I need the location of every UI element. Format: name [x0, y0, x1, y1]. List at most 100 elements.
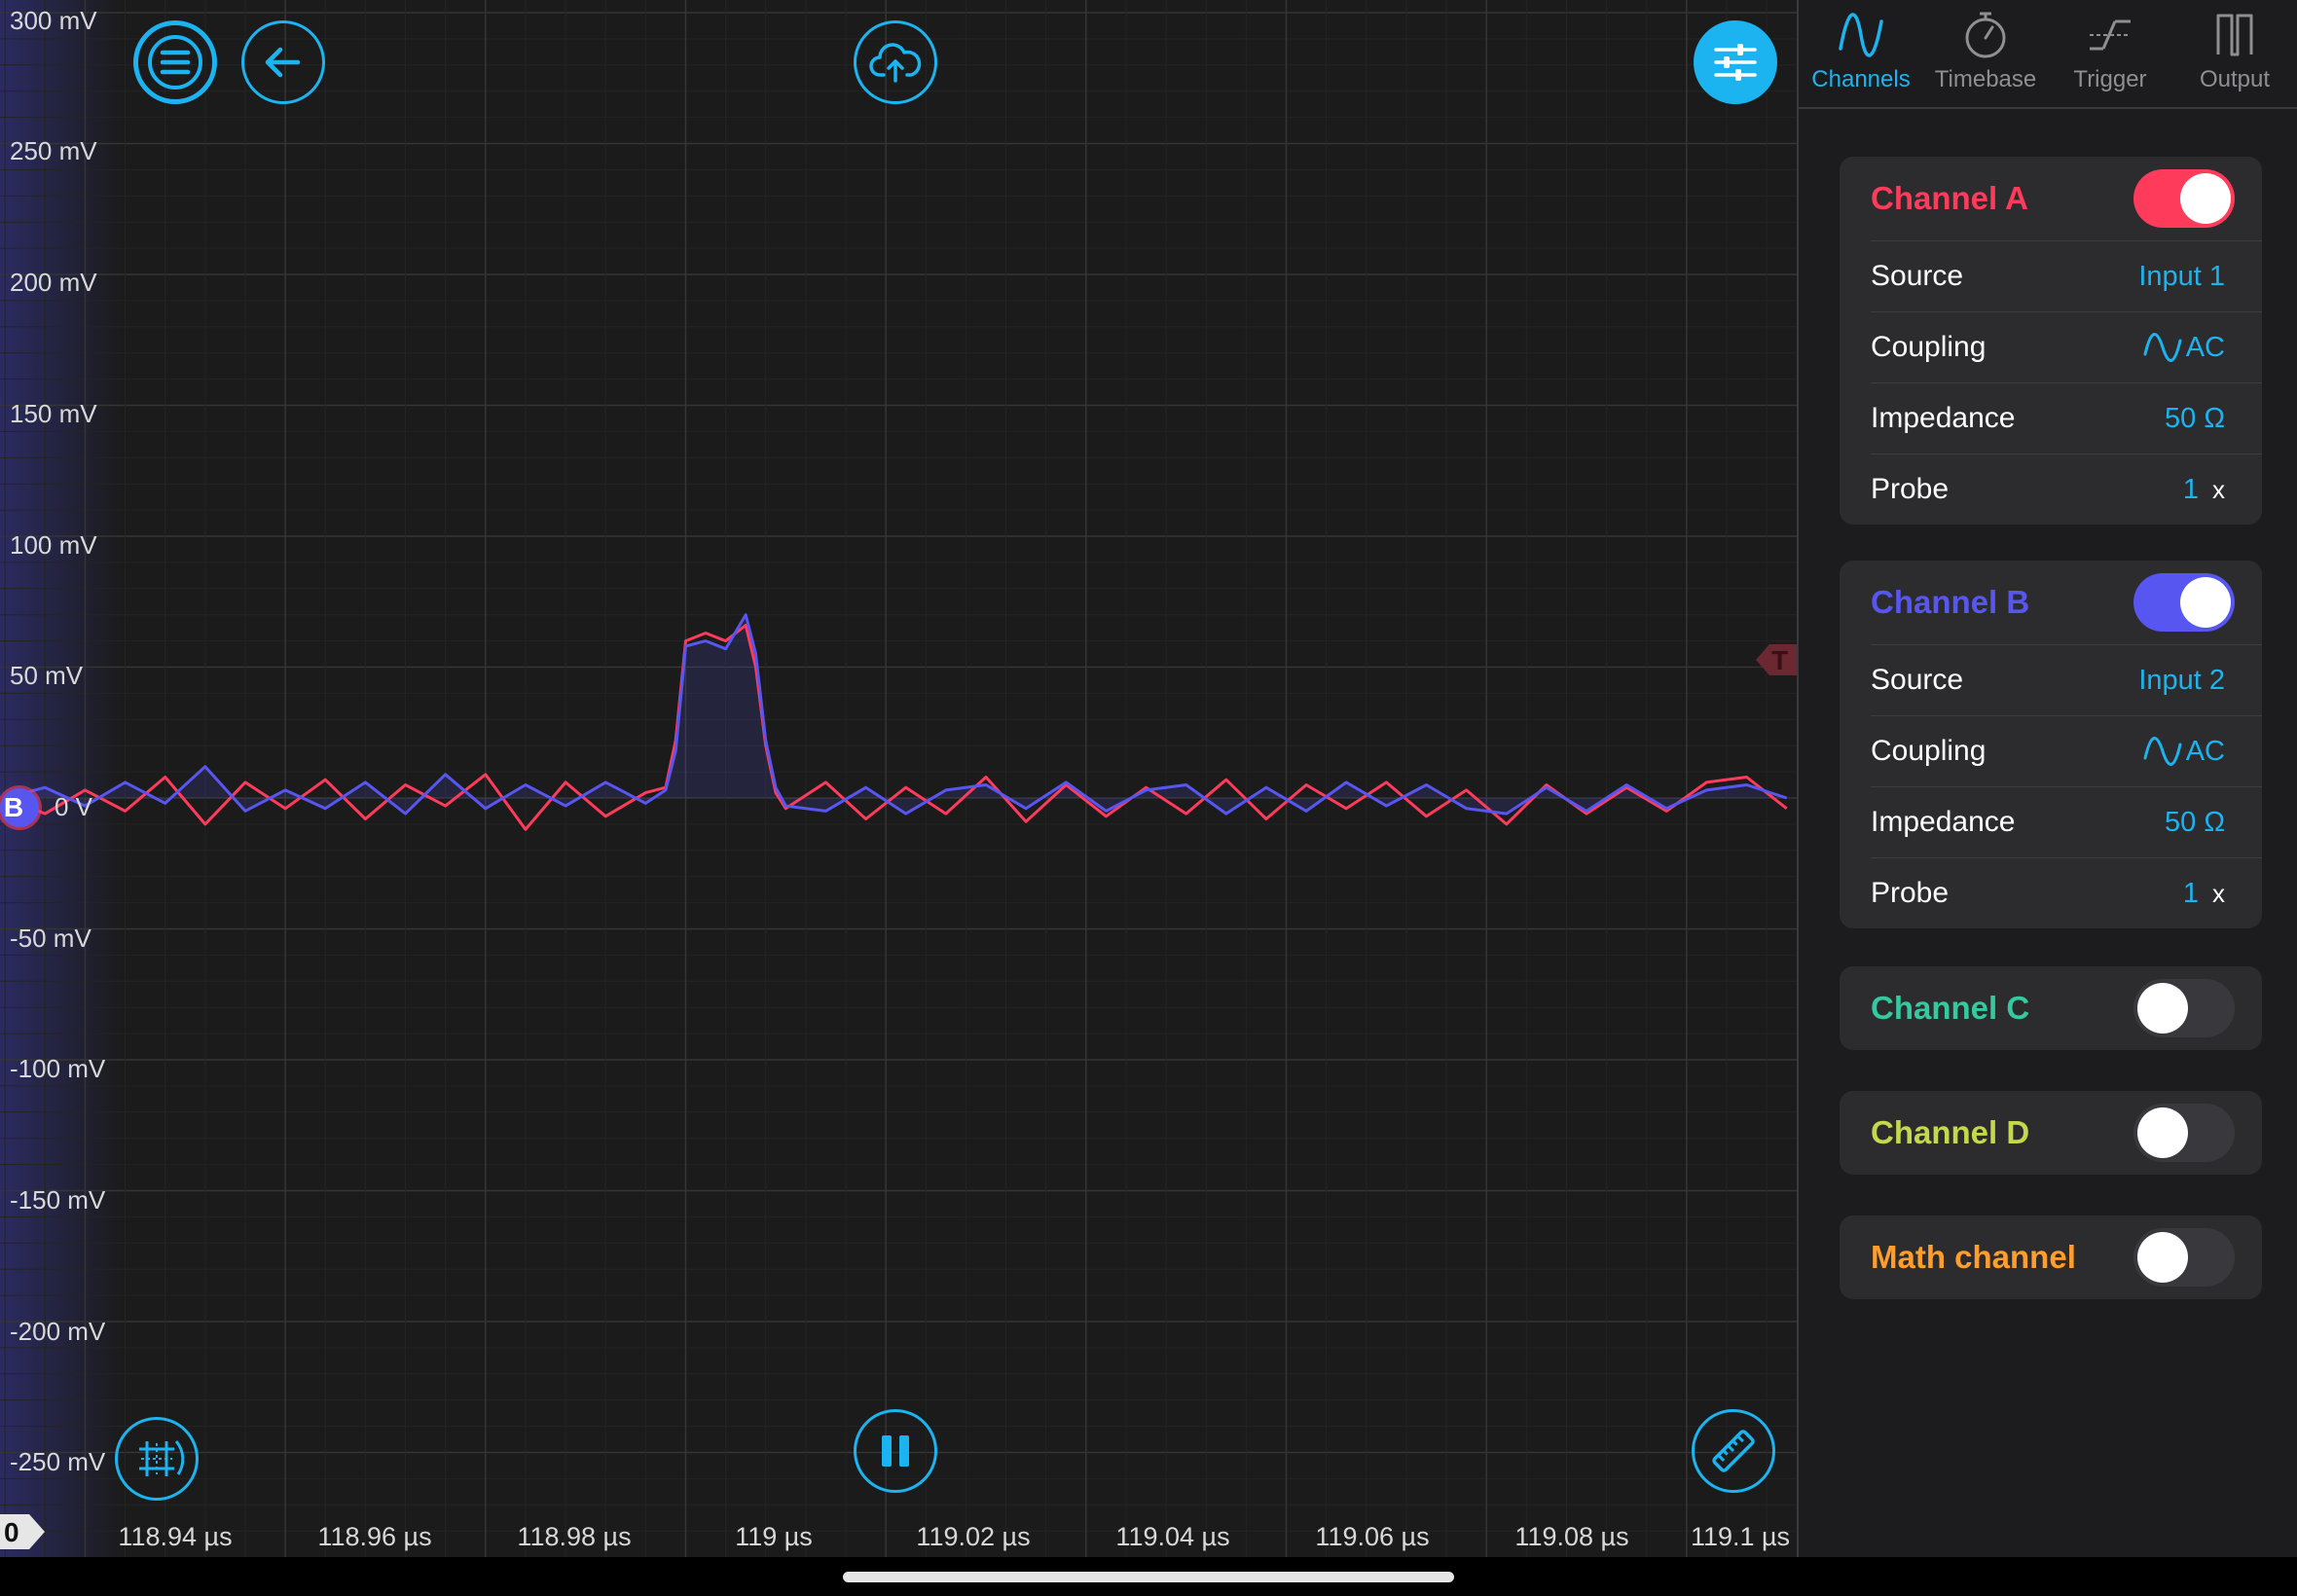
- channel-d-title: Channel D: [1871, 1114, 2030, 1150]
- cursor-grid-button[interactable]: [115, 1417, 199, 1501]
- y-tick-label: 200 mV: [10, 268, 97, 297]
- hamburger-icon: [148, 35, 202, 90]
- math-channel-card: Math channel: [1840, 1215, 2262, 1299]
- traces: [4, 613, 1788, 831]
- grid-lines: [0, 0, 1797, 1557]
- y-tick-label: -250 mV: [10, 1447, 106, 1476]
- settings-button[interactable]: [1694, 20, 1777, 104]
- x-tick-label: 119.08 µs: [1514, 1522, 1629, 1551]
- channel-b-impedance-row[interactable]: Impedance 50 Ω: [1871, 786, 2262, 857]
- sliders-icon: [1714, 44, 1757, 81]
- tab-bar: Channels Timebase Trigger Output: [1799, 0, 2297, 109]
- toggle-knob: [2180, 577, 2231, 628]
- trigger-edge-icon: [2090, 19, 2131, 51]
- probe-value: 1 x: [2183, 878, 2225, 910]
- tab-label: Timebase: [1934, 66, 2037, 92]
- channel-b-card: Channel B Source Input 2 Coupling AC Imp…: [1840, 561, 2262, 928]
- x-tick-label: 119.04 µs: [1115, 1522, 1230, 1551]
- channel-b-offset-marker[interactable]: B: [0, 788, 39, 827]
- channel-d-toggle[interactable]: [2133, 1104, 2235, 1162]
- sine-wave-icon: [1839, 13, 1883, 57]
- channel-b-toggle[interactable]: [2133, 573, 2235, 632]
- source-value: Input 2: [2138, 664, 2225, 696]
- scope-display[interactable]: 300 mV 250 mV 200 mV 150 mV 100 mV 50 mV…: [0, 0, 1797, 1557]
- coupling-label: Coupling: [1871, 735, 1987, 767]
- coupling-label: Coupling: [1871, 331, 1987, 363]
- channel-b-source-row[interactable]: Source Input 2: [1871, 644, 2262, 715]
- tab-label: Trigger: [2073, 66, 2147, 92]
- channel-c-card: Channel C: [1840, 966, 2262, 1050]
- y-tick-label: 150 mV: [10, 399, 97, 428]
- coupling-text: AC: [2185, 735, 2225, 767]
- upload-button[interactable]: [854, 20, 937, 104]
- coupling-value: AC: [2143, 736, 2225, 768]
- channel-b-marker-label: B: [3, 792, 24, 822]
- pause-button[interactable]: [854, 1409, 937, 1493]
- home-indicator-bar: [0, 1557, 2297, 1596]
- channel-b-probe-row[interactable]: Probe 1 x: [1871, 857, 2262, 928]
- channel-b-trace: [4, 613, 1788, 816]
- channel-a-card: Channel A Source Input 1 Coupling AC Imp…: [1840, 157, 2262, 525]
- math-channel-title: Math channel: [1871, 1239, 2076, 1275]
- channel-a-title: Channel A: [1871, 180, 2028, 216]
- channel-b-coupling-row[interactable]: Coupling AC: [1871, 715, 2262, 786]
- math-channel-toggle[interactable]: [2133, 1228, 2235, 1287]
- tab-output[interactable]: Output: [2172, 0, 2297, 107]
- y-tick-label: 50 mV: [10, 661, 84, 690]
- channel-a-probe-row[interactable]: Probe 1 x: [1871, 453, 2262, 525]
- impedance-label: Impedance: [1871, 402, 2016, 434]
- probe-label: Probe: [1871, 877, 1950, 909]
- impedance-label: Impedance: [1871, 806, 2016, 838]
- zero-marker-label: 0: [4, 1517, 19, 1547]
- scope-plot[interactable]: [0, 0, 1797, 1557]
- square-wave-icon: [2216, 14, 2253, 56]
- tab-label: Output: [2199, 66, 2271, 92]
- x-tick-label: 119.06 µs: [1315, 1522, 1430, 1551]
- settings-panel: Channels Timebase Trigger Output Channel…: [1797, 0, 2297, 1557]
- zero-offset-marker[interactable]: 0: [0, 1514, 45, 1549]
- grid-cursor-icon: [139, 1440, 185, 1476]
- x-tick-label: 118.94 µs: [118, 1522, 233, 1551]
- y-tick-label: 100 mV: [10, 530, 97, 560]
- coupling-value: AC: [2143, 332, 2225, 364]
- trigger-level-marker[interactable]: T: [1756, 640, 1797, 679]
- tab-channels[interactable]: Channels: [1799, 0, 1923, 107]
- toggle-knob: [2137, 983, 2188, 1034]
- x-tick-label: 119 µs: [735, 1522, 813, 1551]
- home-indicator[interactable]: [843, 1572, 1454, 1582]
- measure-button[interactable]: [1692, 1409, 1775, 1493]
- probe-number: 1: [2182, 473, 2199, 505]
- channel-a-impedance-row[interactable]: Impedance 50 Ω: [1871, 382, 2262, 453]
- toggle-knob: [2180, 173, 2231, 224]
- menu-button[interactable]: [133, 20, 217, 104]
- cloud-upload-icon: [869, 43, 922, 83]
- impedance-value: 50 Ω: [2165, 806, 2225, 838]
- channel-a-toggle[interactable]: [2133, 169, 2235, 228]
- toggle-knob: [2137, 1232, 2188, 1283]
- stopwatch-icon: [1965, 12, 2006, 58]
- channel-c-title: Channel C: [1871, 990, 2030, 1026]
- probe-suffix: x: [2212, 474, 2225, 504]
- channel-c-toggle[interactable]: [2133, 979, 2235, 1037]
- trigger-marker-label: T: [1771, 645, 1789, 675]
- source-label: Source: [1871, 664, 1964, 696]
- source-value: Input 1: [2138, 260, 2225, 292]
- tab-trigger[interactable]: Trigger: [2048, 0, 2172, 107]
- channel-b-title: Channel B: [1871, 584, 2030, 620]
- back-button[interactable]: [241, 20, 325, 104]
- x-tick-label: 119.1 µs: [1690, 1522, 1791, 1551]
- tab-timebase[interactable]: Timebase: [1923, 0, 2048, 107]
- y-tick-label: -50 mV: [10, 924, 91, 953]
- probe-suffix: x: [2212, 878, 2225, 908]
- source-label: Source: [1871, 260, 1964, 292]
- tab-label: Channels: [1811, 66, 1911, 92]
- channel-d-card: Channel D: [1840, 1091, 2262, 1175]
- y-tick-label: 300 mV: [10, 6, 97, 35]
- channel-a-coupling-row[interactable]: Coupling AC: [1871, 311, 2262, 382]
- coupling-text: AC: [2185, 331, 2225, 363]
- impedance-value: 50 Ω: [2165, 402, 2225, 434]
- channel-a-source-row[interactable]: Source Input 1: [1871, 240, 2262, 311]
- x-tick-label: 118.96 µs: [317, 1522, 432, 1551]
- x-tick-label: 118.98 µs: [517, 1522, 632, 1551]
- y-tick-label: 250 mV: [10, 136, 97, 165]
